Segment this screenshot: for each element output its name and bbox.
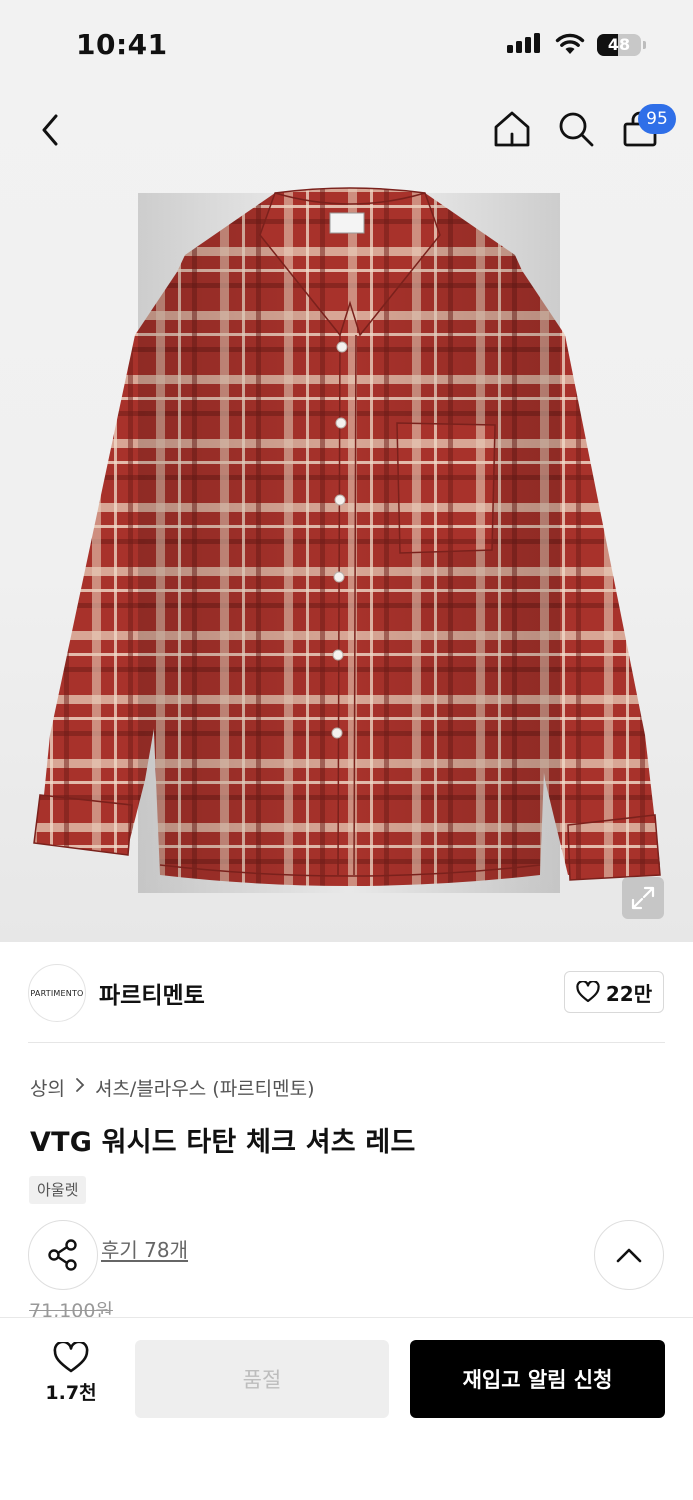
chevron-up-icon bbox=[616, 1248, 642, 1263]
battery-level-text: 48 bbox=[607, 35, 631, 54]
outlet-tag: 아울렛 bbox=[29, 1176, 87, 1204]
brand-logo-text: PARTIMENTO bbox=[30, 988, 84, 998]
cellular-signal-icon bbox=[507, 33, 540, 53]
divider bbox=[28, 1042, 665, 1043]
scroll-top-button[interactable] bbox=[594, 1220, 664, 1290]
wishlist-button[interactable]: 1.7천 bbox=[30, 1342, 112, 1416]
expand-icon bbox=[631, 886, 655, 910]
status-time: 10:41 bbox=[76, 28, 168, 61]
product-title: VTG 워시드 타탄 체크 셔츠 레드 bbox=[30, 1127, 416, 1158]
chevron-right-icon bbox=[75, 1077, 85, 1098]
battery-indicator: 48 bbox=[597, 34, 646, 56]
review-link[interactable]: 후기 78개 bbox=[101, 1234, 188, 1263]
product-photo bbox=[33, 187, 661, 893]
brand-like-button[interactable]: 22만 bbox=[564, 971, 664, 1013]
brand-like-count: 22만 bbox=[605, 981, 653, 1006]
breadcrumb-item[interactable]: 상의 bbox=[30, 1074, 65, 1101]
chevron-left-icon bbox=[42, 114, 58, 146]
search-button[interactable] bbox=[553, 106, 599, 152]
search-icon bbox=[559, 112, 594, 147]
cart-count-badge: 95 bbox=[638, 104, 676, 134]
soldout-button[interactable]: 품절 bbox=[135, 1340, 389, 1418]
home-button[interactable] bbox=[489, 106, 535, 152]
share-icon bbox=[48, 1239, 77, 1271]
share-button[interactable] bbox=[28, 1220, 98, 1290]
back-button[interactable] bbox=[30, 108, 70, 152]
wifi-icon bbox=[555, 33, 585, 54]
breadcrumb: 상의 셔츠/블라우스 (파르티멘토) bbox=[30, 1074, 315, 1101]
brand-logo[interactable]: PARTIMENTO bbox=[28, 964, 86, 1022]
home-icon bbox=[494, 111, 530, 147]
breadcrumb-item[interactable]: 셔츠/블라우스 (파르티멘토) bbox=[95, 1074, 315, 1101]
heart-icon bbox=[53, 1342, 89, 1373]
product-image-area[interactable]: 10:41 48 95 bbox=[0, 0, 693, 942]
restock-alert-button[interactable]: 재입고 알림 신청 bbox=[410, 1340, 665, 1418]
expand-image-button[interactable] bbox=[622, 877, 664, 919]
brand-name[interactable]: 파르티멘토 bbox=[99, 976, 205, 1010]
wishlist-count: 1.7천 bbox=[45, 1382, 97, 1404]
heart-icon bbox=[576, 981, 600, 1003]
